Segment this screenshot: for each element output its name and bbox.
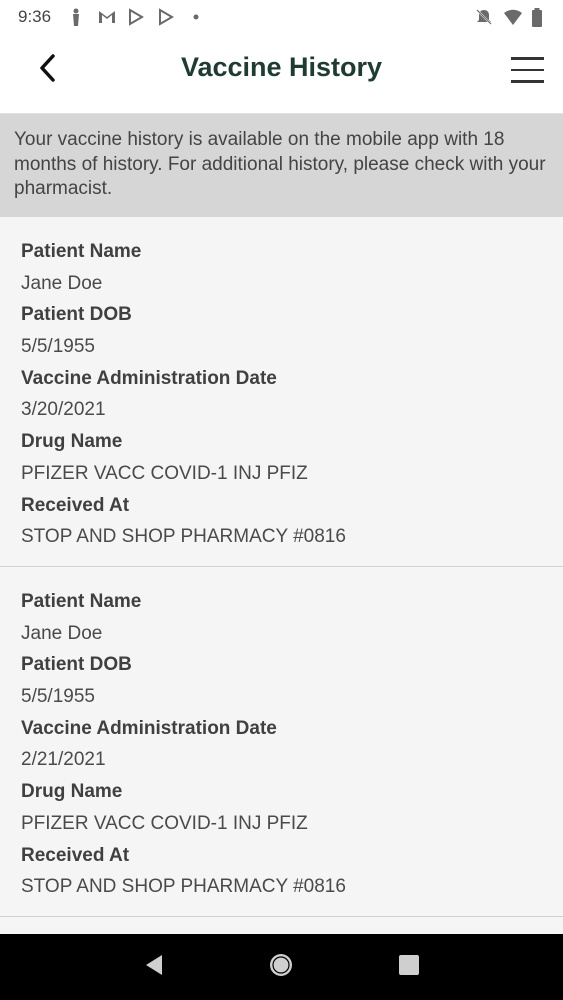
patient-name-label: Patient Name (21, 241, 142, 262)
play-store-icon (157, 8, 175, 26)
dot-icon (187, 8, 205, 26)
gmail-icon (97, 8, 116, 26)
vaccine-record: Patient Name Jane Doe Patient DOB 5/5/19… (0, 567, 563, 917)
admin-date-value: 3/20/2021 (21, 399, 106, 421)
menu-button[interactable] (511, 52, 551, 88)
patient-dob-label: Patient DOB (21, 654, 132, 676)
patient-dob-value: 5/5/1955 (21, 686, 95, 708)
do-not-disturb-icon (475, 8, 493, 26)
drug-name-value: PFIZER VACC COVID-1 INJ PFIZ (21, 462, 308, 484)
status-bar-left: 9:36 (18, 7, 205, 27)
vaccine-record: Patient Name Jane Doe Patient DOB 5/5/19… (0, 217, 563, 567)
app-bar: Vaccine History (0, 34, 563, 114)
received-at-label: Received At (21, 844, 130, 866)
received-at-value: STOP AND SHOP PHARMACY #0816 (21, 526, 346, 548)
hamburger-menu-icon (511, 57, 544, 60)
drug-name-label: Drug Name (21, 781, 123, 803)
play-store-icon (127, 8, 145, 26)
back-triangle-icon (143, 953, 165, 982)
status-time: 9:36 (18, 7, 52, 26)
page-title: Vaccine History (180, 52, 383, 82)
battery-icon (531, 8, 549, 27)
wifi-icon (503, 8, 522, 26)
drug-name-label: Drug Name (21, 431, 123, 453)
patient-name-value: Jane Doe (21, 272, 103, 294)
history-notice: Your vaccine history is available on the… (0, 114, 563, 217)
status-bar-right (475, 8, 549, 27)
admin-date-value: 2/21/2021 (21, 749, 106, 771)
status-bar: 9:36 (0, 0, 563, 34)
received-at-label: Received At (21, 494, 130, 516)
nav-recents-button[interactable] (394, 952, 424, 982)
system-nav-bar (0, 934, 563, 1000)
accessibility-icon (67, 8, 85, 26)
recents-square-icon (398, 954, 420, 981)
received-at-value: STOP AND SHOP PHARMACY #0816 (21, 876, 346, 898)
drug-name-value: PFIZER VACC COVID-1 INJ PFIZ (21, 812, 308, 834)
nav-home-button[interactable] (266, 952, 296, 982)
patient-dob-value: 5/5/1955 (21, 336, 95, 358)
nav-back-button[interactable] (139, 952, 169, 982)
patient-name-value: Jane Doe (21, 622, 103, 644)
patient-dob-label: Patient DOB (21, 304, 132, 326)
home-circle-icon (268, 952, 294, 983)
patient-name-label: Patient Name (21, 591, 142, 612)
admin-date-label: Vaccine Administration Date (21, 717, 277, 739)
admin-date-label: Vaccine Administration Date (21, 367, 277, 389)
vaccine-record-list: Patient Name Jane Doe Patient DOB 5/5/19… (0, 217, 563, 917)
